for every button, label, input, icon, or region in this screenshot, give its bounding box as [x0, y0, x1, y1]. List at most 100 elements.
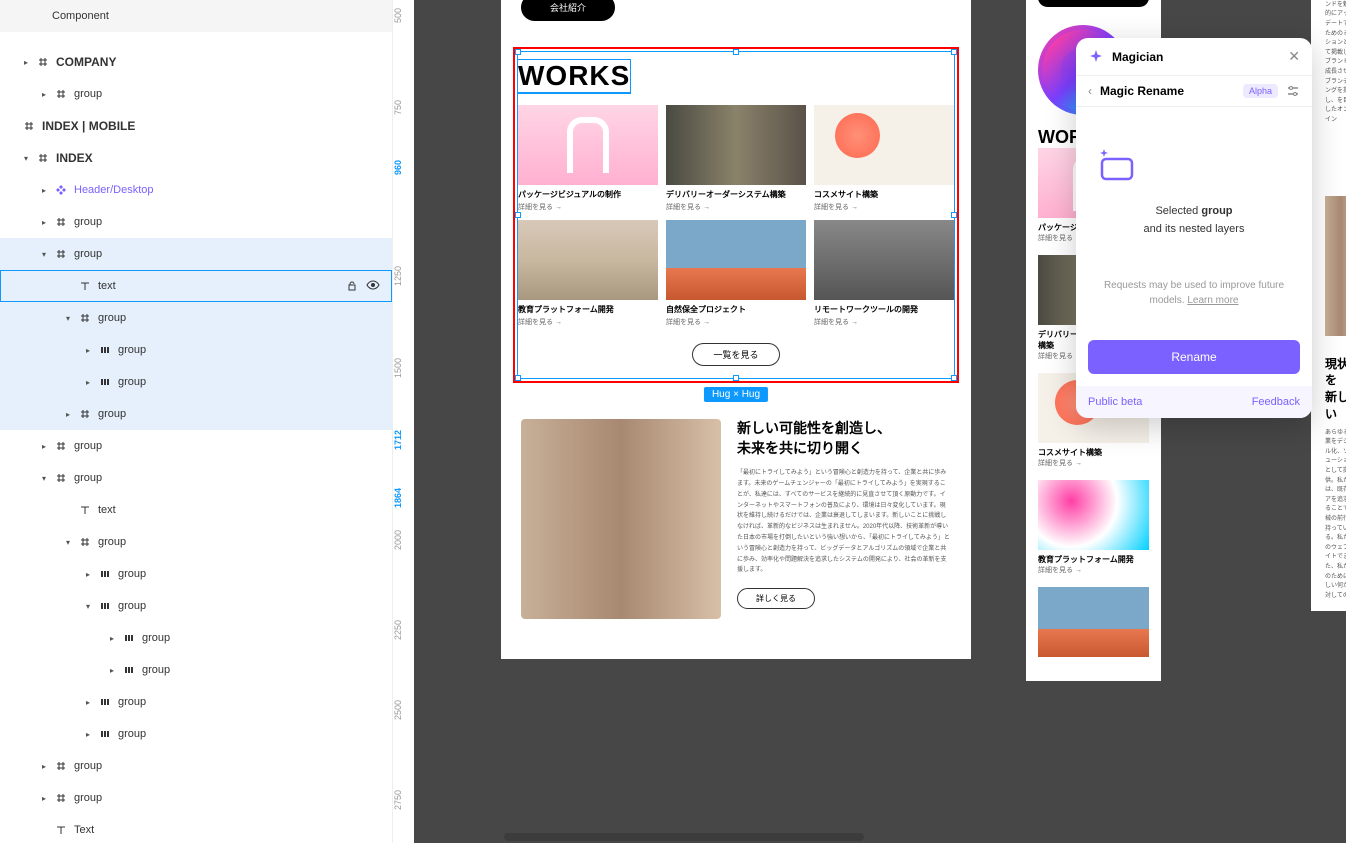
- about-section: 新しい可能性を創造し、 未来を共に切り開く 「最初にトライしてみよう」という冒険…: [501, 379, 971, 659]
- selection-handle[interactable]: [515, 49, 521, 55]
- magic-rename-title: Magic Rename: [1100, 84, 1235, 98]
- magician-footer: Public beta Feedback: [1076, 386, 1312, 418]
- autolayout-h-icon: [96, 568, 114, 580]
- work-thumb: [666, 220, 806, 300]
- unlock-icon[interactable]: [346, 280, 358, 292]
- autolayout-h-icon: [96, 728, 114, 740]
- layer-group[interactable]: ▸ group: [0, 334, 392, 366]
- learn-more-button[interactable]: 詳しく見る: [737, 588, 815, 609]
- autolayout-h-icon: [96, 696, 114, 708]
- layer-group[interactable]: ▸ group: [0, 622, 392, 654]
- layer-group[interactable]: ▸ group: [0, 398, 392, 430]
- autolayout-h-icon: [96, 376, 114, 388]
- layer-component[interactable]: Component: [0, 0, 392, 32]
- layer-company-frame[interactable]: ▸ COMPANY: [0, 46, 392, 78]
- sparkle-icon: [1088, 49, 1104, 65]
- feedback-link[interactable]: Feedback: [1252, 396, 1300, 408]
- settings-icon[interactable]: [1286, 84, 1300, 98]
- layer-text[interactable]: text: [0, 270, 392, 302]
- work-thumb: [518, 105, 658, 185]
- frame-icon: [52, 792, 70, 804]
- layer-group[interactable]: ▸ group: [0, 782, 392, 814]
- layer-index-frame[interactable]: ▾ INDEX: [0, 142, 392, 174]
- sparkle-rect-icon: [1096, 147, 1292, 183]
- selection-handle[interactable]: [515, 375, 521, 381]
- layer-group[interactable]: ▾ group: [0, 590, 392, 622]
- layer-group[interactable]: ▸ group: [0, 750, 392, 782]
- component-icon: [52, 184, 70, 196]
- frame-icon: [52, 440, 70, 452]
- frame-desktop[interactable]: We dig FAKE AGENCYは企業のブランドを魅力的にアップデートするた…: [1311, 0, 1346, 611]
- layer-group[interactable]: ▸ group: [0, 78, 392, 110]
- alpha-badge: Alpha: [1243, 84, 1278, 98]
- works-section-selected[interactable]: WORKS パッケージビジュアルの制作詳細を見る → デリバリーオーダーシステム…: [517, 51, 955, 379]
- frame-icon: [52, 216, 70, 228]
- text-icon: [76, 504, 94, 516]
- view-all-button[interactable]: 一覧を見る: [692, 343, 779, 366]
- magician-body: Selected group and its nested layers Req…: [1076, 107, 1312, 328]
- layer-group[interactable]: ▾ group: [0, 462, 392, 494]
- frame-icon: [52, 472, 70, 484]
- rename-button[interactable]: Rename: [1088, 340, 1300, 374]
- desk-about-desc: あらゆる営業をデジタル化、ソリューションとして提供。私たちは、既存のアを追求する…: [1325, 429, 1346, 602]
- frame-icon: [52, 760, 70, 772]
- works-grid: パッケージビジュアルの制作詳細を見る → デリバリーオーダーシステム構築詳細を見…: [518, 105, 954, 327]
- frame-icon: [76, 536, 94, 548]
- magician-header: Magician ✕: [1076, 38, 1312, 75]
- vertical-ruler: 500 750 960 1250 1500 1712 1864 2000 225…: [392, 0, 414, 843]
- layer-text[interactable]: Text: [0, 814, 392, 843]
- work-card[interactable]: パッケージビジュアルの制作詳細を見る →: [518, 105, 658, 212]
- layer-group[interactable]: ▸ group: [0, 430, 392, 462]
- layer-group[interactable]: ▸ group: [0, 206, 392, 238]
- frame-index[interactable]: from Japan. FAKE AGENCYは企業のブランドを魅力的にアップデ…: [501, 0, 971, 659]
- layer-group[interactable]: ▸ group: [0, 366, 392, 398]
- frame-icon: [20, 120, 38, 132]
- work-card[interactable]: リモートワークツールの開発詳細を見る →: [814, 220, 954, 327]
- work-card[interactable]: 教育プラットフォーム開発詳細を見る →: [1038, 480, 1149, 575]
- layer-group[interactable]: ▾ group: [0, 526, 392, 558]
- autolayout-h-icon: [96, 600, 114, 612]
- selection-handle[interactable]: [951, 212, 957, 218]
- selection-handle[interactable]: [951, 375, 957, 381]
- selection-handle[interactable]: [951, 49, 957, 55]
- layer-group[interactable]: ▾ group: [0, 302, 392, 334]
- layer-index-mobile-frame[interactable]: INDEX | MOBILE: [0, 110, 392, 142]
- work-thumb: [814, 105, 954, 185]
- layer-group[interactable]: ▸ group: [0, 718, 392, 750]
- work-thumb: [518, 220, 658, 300]
- hero-knot-graphic: [781, 0, 1001, 40]
- back-icon[interactable]: ‹: [1088, 84, 1092, 98]
- magician-title: Magician: [1112, 50, 1280, 64]
- layer-text[interactable]: text: [0, 494, 392, 526]
- work-card[interactable]: デリバリーオーダーシステム構築詳細を見る →: [666, 105, 806, 212]
- work-card[interactable]: 教育プラットフォーム開発詳細を見る →: [518, 220, 658, 327]
- learn-more-link[interactable]: Learn more: [1187, 295, 1238, 306]
- close-icon[interactable]: ✕: [1288, 48, 1300, 65]
- selection-handle[interactable]: [733, 49, 739, 55]
- work-card[interactable]: 自然保全プロジェクト詳細を見る →: [666, 220, 806, 327]
- frame-icon: [76, 408, 94, 420]
- layer-group-selected[interactable]: ▾ group: [0, 238, 392, 270]
- horizontal-scrollbar[interactable]: [504, 833, 864, 841]
- work-card[interactable]: [1038, 587, 1149, 657]
- layer-header-desktop[interactable]: ▸ Header/Desktop: [0, 174, 392, 206]
- frame-icon: [76, 312, 94, 324]
- about-description: 「最初にトライしてみよう」という冒険心と創造力を持って、企業と共に歩みます。未来…: [737, 468, 951, 576]
- works-title: WORKS: [518, 60, 630, 93]
- layer-group[interactable]: ▸ group: [0, 654, 392, 686]
- magician-plugin-panel: Magician ✕ ‹ Magic Rename Alpha Selected…: [1076, 38, 1312, 418]
- selection-handle[interactable]: [515, 212, 521, 218]
- company-intro-button[interactable]: [1038, 0, 1149, 7]
- selection-handle[interactable]: [733, 375, 739, 381]
- frame-icon: [34, 56, 52, 68]
- frame-icon: [52, 248, 70, 260]
- work-card[interactable]: コスメサイト構築詳細を見る →: [814, 105, 954, 212]
- company-intro-button[interactable]: 会社紹介: [521, 0, 615, 21]
- layer-group[interactable]: ▸ group: [0, 686, 392, 718]
- layer-group[interactable]: ▸ group: [0, 558, 392, 590]
- public-beta-link[interactable]: Public beta: [1088, 396, 1142, 408]
- autolayout-h-icon: [120, 632, 138, 644]
- magician-note: Requests may be used to improve future m…: [1096, 278, 1292, 308]
- eye-icon[interactable]: [366, 280, 380, 292]
- work-thumb: [814, 220, 954, 300]
